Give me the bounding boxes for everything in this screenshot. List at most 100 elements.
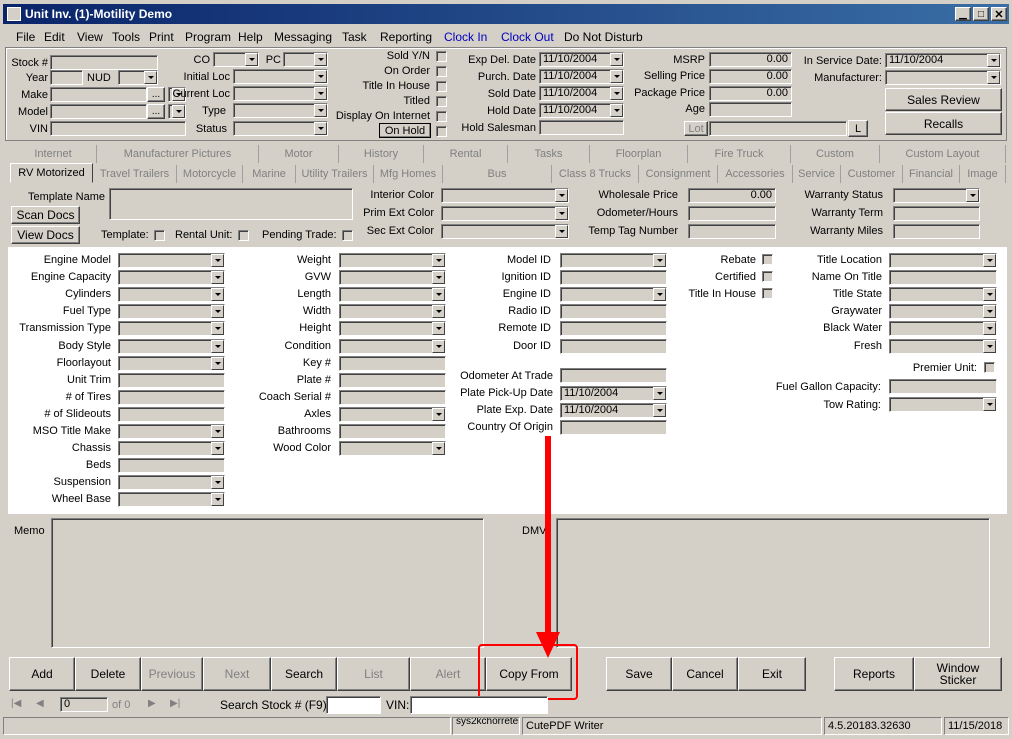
- menu-tools[interactable]: Tools: [112, 30, 140, 44]
- chevron-down-icon[interactable]: [211, 339, 224, 353]
- chevron-down-icon[interactable]: [211, 476, 224, 490]
- weight-select[interactable]: [339, 253, 446, 268]
- menu-reporting[interactable]: Reporting: [380, 30, 432, 44]
- engine-id-select[interactable]: [560, 287, 667, 303]
- chevron-down-icon[interactable]: [983, 254, 996, 267]
- menu-clock-out[interactable]: Clock Out: [501, 30, 554, 44]
- tab-custom-layout[interactable]: Custom Layout: [880, 145, 1006, 163]
- key-input[interactable]: [339, 355, 446, 371]
- chevron-down-icon[interactable]: [432, 305, 445, 319]
- chevron-down-icon[interactable]: [314, 122, 327, 135]
- suspension-select[interactable]: [118, 475, 225, 491]
- black-water-select[interactable]: [889, 321, 997, 337]
- tab-accessories[interactable]: Accessories: [718, 165, 793, 183]
- chevron-down-icon[interactable]: [314, 53, 327, 66]
- tab-internet[interactable]: Internet: [10, 145, 97, 163]
- plate-exp-select[interactable]: 11/10/2004: [560, 403, 667, 418]
- chevron-down-icon[interactable]: [983, 288, 996, 302]
- memo-textarea[interactable]: [51, 518, 484, 648]
- on-hold-button[interactable]: On Hold: [379, 123, 431, 138]
- title-in-house-2-checkbox[interactable]: [762, 288, 773, 299]
- tab-service[interactable]: Service: [793, 165, 841, 183]
- coach-serial-input[interactable]: [339, 389, 446, 405]
- menu-help[interactable]: Help: [238, 30, 263, 44]
- bathrooms-input[interactable]: [339, 424, 446, 439]
- sales-review-button[interactable]: Sales Review: [885, 88, 1002, 111]
- chevron-down-icon[interactable]: [211, 493, 224, 507]
- beds-input[interactable]: [118, 458, 225, 474]
- selling-price-input[interactable]: 0.00: [709, 69, 792, 84]
- chevron-down-icon[interactable]: [211, 425, 224, 438]
- chevron-down-icon[interactable]: [983, 398, 996, 411]
- engine-model-select[interactable]: [118, 253, 225, 268]
- temp-tag-input[interactable]: [688, 224, 776, 239]
- menu-messaging[interactable]: Messaging: [274, 30, 332, 44]
- tab-customer[interactable]: Customer: [841, 165, 903, 183]
- tab-floorplan[interactable]: Floorplan: [590, 145, 688, 163]
- chevron-down-icon[interactable]: [555, 189, 568, 202]
- previous-button[interactable]: Previous: [141, 657, 203, 691]
- on-order-checkbox[interactable]: [436, 66, 447, 77]
- chevron-down-icon[interactable]: [432, 271, 445, 285]
- chevron-down-icon[interactable]: [555, 207, 568, 220]
- minimize-button[interactable]: ▁: [955, 7, 971, 21]
- fuel-type-select[interactable]: [118, 304, 225, 320]
- width-select[interactable]: [339, 304, 446, 320]
- tab-fire-truck[interactable]: Fire Truck: [688, 145, 791, 163]
- cancel-button[interactable]: Cancel: [672, 657, 738, 691]
- odometer-at-trade-input[interactable]: [560, 368, 667, 383]
- chevron-down-icon[interactable]: [432, 254, 445, 267]
- plate-input[interactable]: [339, 372, 446, 388]
- lot-input[interactable]: [709, 121, 847, 136]
- name-on-title-input[interactable]: [889, 270, 997, 286]
- mso-title-make-select[interactable]: [118, 424, 225, 439]
- menu-file[interactable]: File: [16, 30, 35, 44]
- tab-travel-trailers[interactable]: Travel Trailers: [93, 165, 177, 183]
- chevron-down-icon[interactable]: [211, 442, 224, 456]
- prim-ext-color-select[interactable]: [441, 206, 569, 221]
- condition-select[interactable]: [339, 338, 446, 354]
- package-price-input[interactable]: 0.00: [709, 86, 792, 101]
- titled-checkbox[interactable]: [436, 96, 447, 107]
- chevron-down-icon[interactable]: [653, 404, 666, 417]
- chevron-down-icon[interactable]: [555, 225, 568, 238]
- tab-utility-trailers[interactable]: Utility Trailers: [296, 165, 374, 183]
- fuel-gallon-input[interactable]: [889, 379, 997, 394]
- chevron-down-icon[interactable]: [653, 387, 666, 400]
- reports-button[interactable]: Reports: [834, 657, 914, 691]
- maximize-button[interactable]: □: [973, 7, 989, 21]
- alert-button[interactable]: Alert: [410, 657, 486, 691]
- engine-capacity-select[interactable]: [118, 270, 225, 286]
- sec-ext-color-select[interactable]: [441, 224, 569, 239]
- chevron-down-icon[interactable]: [432, 322, 445, 336]
- in-service-date-select[interactable]: 11/10/2004: [885, 53, 1001, 68]
- scan-docs-button[interactable]: Scan Docs: [11, 206, 80, 224]
- menu-clock-in[interactable]: Clock In: [444, 30, 487, 44]
- chevron-down-icon[interactable]: [211, 322, 224, 336]
- chevron-down-icon[interactable]: [432, 407, 445, 421]
- chevron-down-icon[interactable]: [653, 254, 666, 267]
- chevron-down-icon[interactable]: [653, 288, 666, 302]
- tab-motor[interactable]: Motor: [259, 145, 339, 163]
- template-checkbox[interactable]: [154, 230, 165, 241]
- title-in-house-checkbox[interactable]: [436, 81, 447, 92]
- premier-unit-checkbox[interactable]: [984, 362, 995, 373]
- tab-consignment[interactable]: Consignment: [639, 165, 718, 183]
- chevron-down-icon[interactable]: [987, 71, 1000, 84]
- title-location-select[interactable]: [889, 253, 997, 268]
- rebate-checkbox[interactable]: [762, 254, 773, 265]
- chevron-down-icon[interactable]: [987, 54, 1000, 67]
- tab-financial[interactable]: Financial: [903, 165, 960, 183]
- year-input[interactable]: [50, 70, 83, 85]
- close-button[interactable]: ✕: [991, 7, 1007, 21]
- odometer-hours-input[interactable]: [688, 206, 776, 221]
- graywater-select[interactable]: [889, 304, 997, 320]
- axles-select[interactable]: [339, 406, 446, 422]
- title-state-select[interactable]: [889, 287, 997, 303]
- view-docs-button[interactable]: View Docs: [11, 226, 80, 244]
- transmission-type-select[interactable]: [118, 321, 225, 337]
- tab-history[interactable]: History: [339, 145, 424, 163]
- chevron-down-icon[interactable]: [245, 53, 258, 66]
- chevron-down-icon[interactable]: [966, 189, 979, 202]
- tab-tasks[interactable]: Tasks: [508, 145, 590, 163]
